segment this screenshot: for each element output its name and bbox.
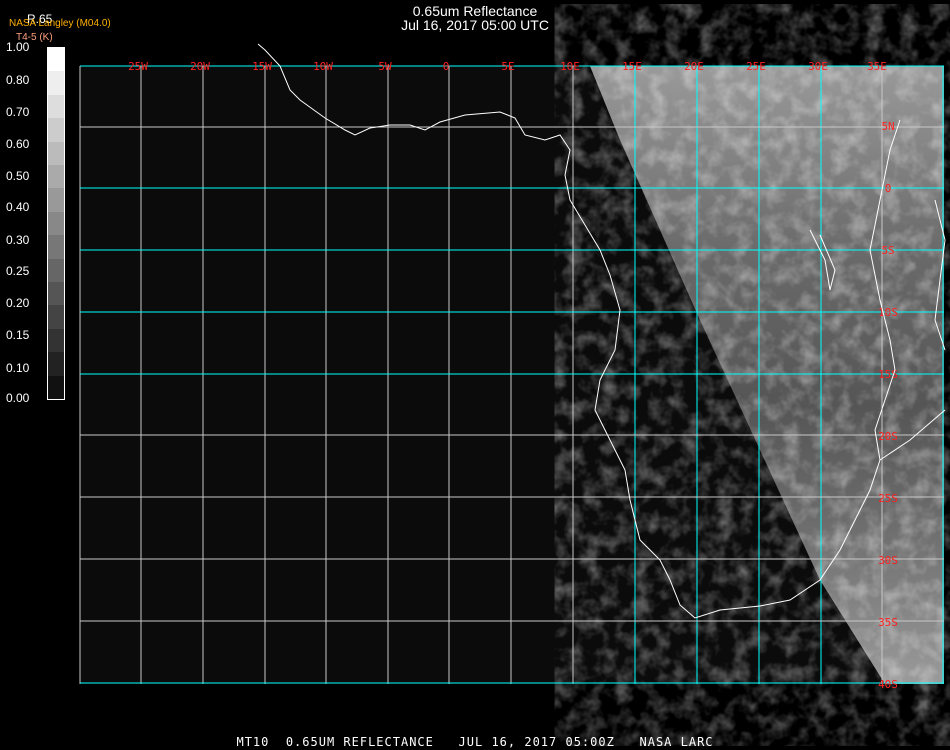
latitude-label: 10S (878, 306, 898, 319)
longitude-label: 25W (128, 60, 148, 73)
longitude-label: 30E (808, 60, 828, 73)
longitude-label: 15E (622, 60, 642, 73)
longitude-label: 10W (313, 60, 333, 73)
longitude-label: 20W (190, 60, 210, 73)
latitude-label: 0 (885, 182, 892, 195)
satellite-map: 25W 20W 15W 10W 5W 0 5E 10E 15E 20E 25E 30E 35E 5N 0 5S… (79, 43, 946, 691)
latitude-label: 5S (881, 244, 894, 257)
longitude-label: 10E (560, 60, 580, 73)
longitude-label: 0 (443, 60, 450, 73)
latitude-label: 35S (878, 616, 898, 629)
latitude-label: 40S (878, 678, 898, 691)
footer-caption: MT10 0.65UM REFLECTANCE JUL 16, 2017 05:… (236, 735, 714, 749)
longitude-label: 15W (252, 60, 272, 73)
latitude-label: 5N (881, 120, 894, 133)
latitude-label: 25S (878, 492, 898, 505)
longitude-label: 5W (378, 60, 392, 73)
longitude-label: 35E (867, 60, 887, 73)
latitude-label: 30S (878, 554, 898, 567)
latitude-label: 20S (878, 430, 898, 443)
longitude-label: 5E (501, 60, 514, 73)
longitude-label: 20E (684, 60, 704, 73)
longitude-label: 25E (746, 60, 766, 73)
